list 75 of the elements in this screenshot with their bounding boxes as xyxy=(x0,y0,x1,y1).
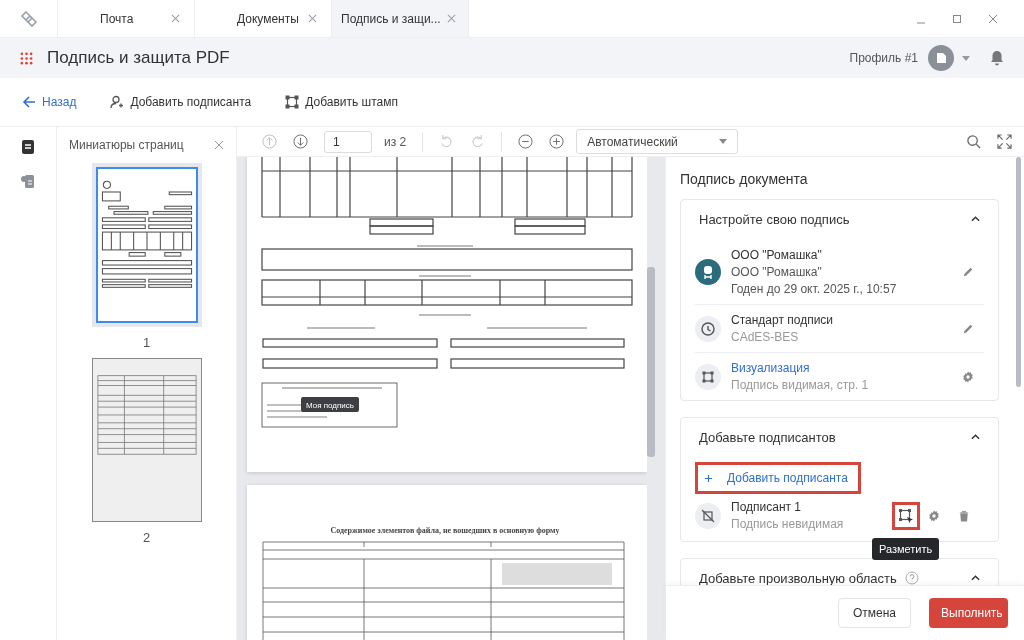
frame-icon xyxy=(285,95,300,109)
browser-tab[interactable]: Почта xyxy=(58,0,195,37)
page-number-field[interactable]: 1 xyxy=(324,130,372,153)
page-count: из 2 xyxy=(384,134,407,149)
arrow-up-icon[interactable] xyxy=(262,134,277,149)
close-icon[interactable] xyxy=(447,14,456,23)
action-link[interactable]: Назад xyxy=(22,95,77,109)
browser-tab[interactable]: Подпись и защи... xyxy=(332,0,469,37)
caret-icon xyxy=(719,139,728,144)
signature-label: Моя подпись xyxy=(301,397,359,412)
section-title: Настройте свою подпись xyxy=(699,211,850,227)
hidden-frame-icon xyxy=(695,502,721,529)
markup-button[interactable] xyxy=(892,501,920,530)
row-detail: CAdES-BES xyxy=(731,330,800,344)
person-icon xyxy=(110,95,125,109)
maximize-icon[interactable] xyxy=(952,13,962,24)
action-link[interactable]: Добавить штамп xyxy=(285,95,398,109)
cancel-button[interactable]: Отмена xyxy=(837,598,911,628)
section-title: Добавьте подписантов xyxy=(699,429,836,445)
clock-icon xyxy=(695,315,721,342)
plus-icon xyxy=(704,473,713,483)
app-title: Подпись и защита PDF xyxy=(47,48,230,68)
apps-grid-icon[interactable] xyxy=(20,51,33,65)
page-number: 2 xyxy=(142,530,151,545)
logo-icon xyxy=(18,8,39,29)
search-icon[interactable] xyxy=(966,134,981,149)
settings-icon[interactable] xyxy=(962,370,974,383)
zoom-out-icon[interactable] xyxy=(518,134,534,149)
row-detail: ООО "Ромашка" xyxy=(731,265,823,279)
panel-title: Подпись документа xyxy=(680,171,809,187)
action-link[interactable]: Добавить подписанта xyxy=(110,95,252,109)
zoom-in-icon[interactable] xyxy=(549,134,565,149)
tooltip: Разметить xyxy=(872,537,940,560)
document-icon[interactable] xyxy=(20,139,36,155)
add-signer-button[interactable]: Добавить подписанта xyxy=(695,462,861,494)
signer-name: Подписант 1 xyxy=(731,500,803,514)
close-icon[interactable] xyxy=(308,14,317,23)
zoom-dropdown[interactable]: Автоматический xyxy=(576,129,739,154)
scrollbar[interactable] xyxy=(1016,157,1021,387)
chevron-icon[interactable] xyxy=(971,216,980,222)
close-icon[interactable] xyxy=(214,139,224,150)
row-title: Стандарт подписи xyxy=(731,313,835,327)
profile-name[interactable]: Профиль #1 xyxy=(849,51,918,65)
row-detail: Подпись видимая, стр. 1 xyxy=(731,378,870,392)
chevron-icon[interactable] xyxy=(971,575,980,581)
arrow-left-icon xyxy=(22,95,36,109)
trash-icon[interactable] xyxy=(958,509,970,522)
certificate-icon xyxy=(695,259,721,285)
row-title: ООО "Ромашка" xyxy=(731,248,823,262)
page-heading: Содержимое элементов файла, не вошедших в основную форму xyxy=(330,526,560,535)
scrollbar[interactable] xyxy=(647,267,655,457)
pencil-icon[interactable] xyxy=(962,266,974,278)
settings-icon[interactable] xyxy=(928,509,940,522)
pencil-icon[interactable] xyxy=(962,322,974,335)
frame-cursor-icon xyxy=(898,507,914,524)
section-title: Добавьте произвольную область xyxy=(699,570,897,585)
page-thumbnail[interactable] xyxy=(91,358,202,522)
bell-icon[interactable] xyxy=(990,50,1004,66)
frame-icon xyxy=(695,363,721,390)
submit-button[interactable]: Выполнить xyxy=(929,598,1008,628)
caret-icon[interactable] xyxy=(962,55,970,61)
page-thumbnail[interactable] xyxy=(91,163,202,327)
page-number: 1 xyxy=(142,335,151,350)
row-detail: Годен до 29 окт. 2025 г., 10:57 xyxy=(731,282,898,296)
panel-title: Миниатюры страниц xyxy=(69,137,184,152)
signer-detail: Подпись невидимая xyxy=(731,517,845,531)
stamp-icon[interactable] xyxy=(20,173,36,189)
fullscreen-icon[interactable] xyxy=(997,134,1012,149)
close-icon[interactable] xyxy=(988,13,998,24)
visualization-link[interactable]: Визуализация xyxy=(731,361,952,375)
help-icon[interactable] xyxy=(904,571,919,585)
arrow-down-icon[interactable] xyxy=(293,134,308,149)
avatar-icon[interactable] xyxy=(928,45,954,71)
chevron-icon[interactable] xyxy=(971,434,980,440)
close-icon[interactable] xyxy=(171,14,180,23)
